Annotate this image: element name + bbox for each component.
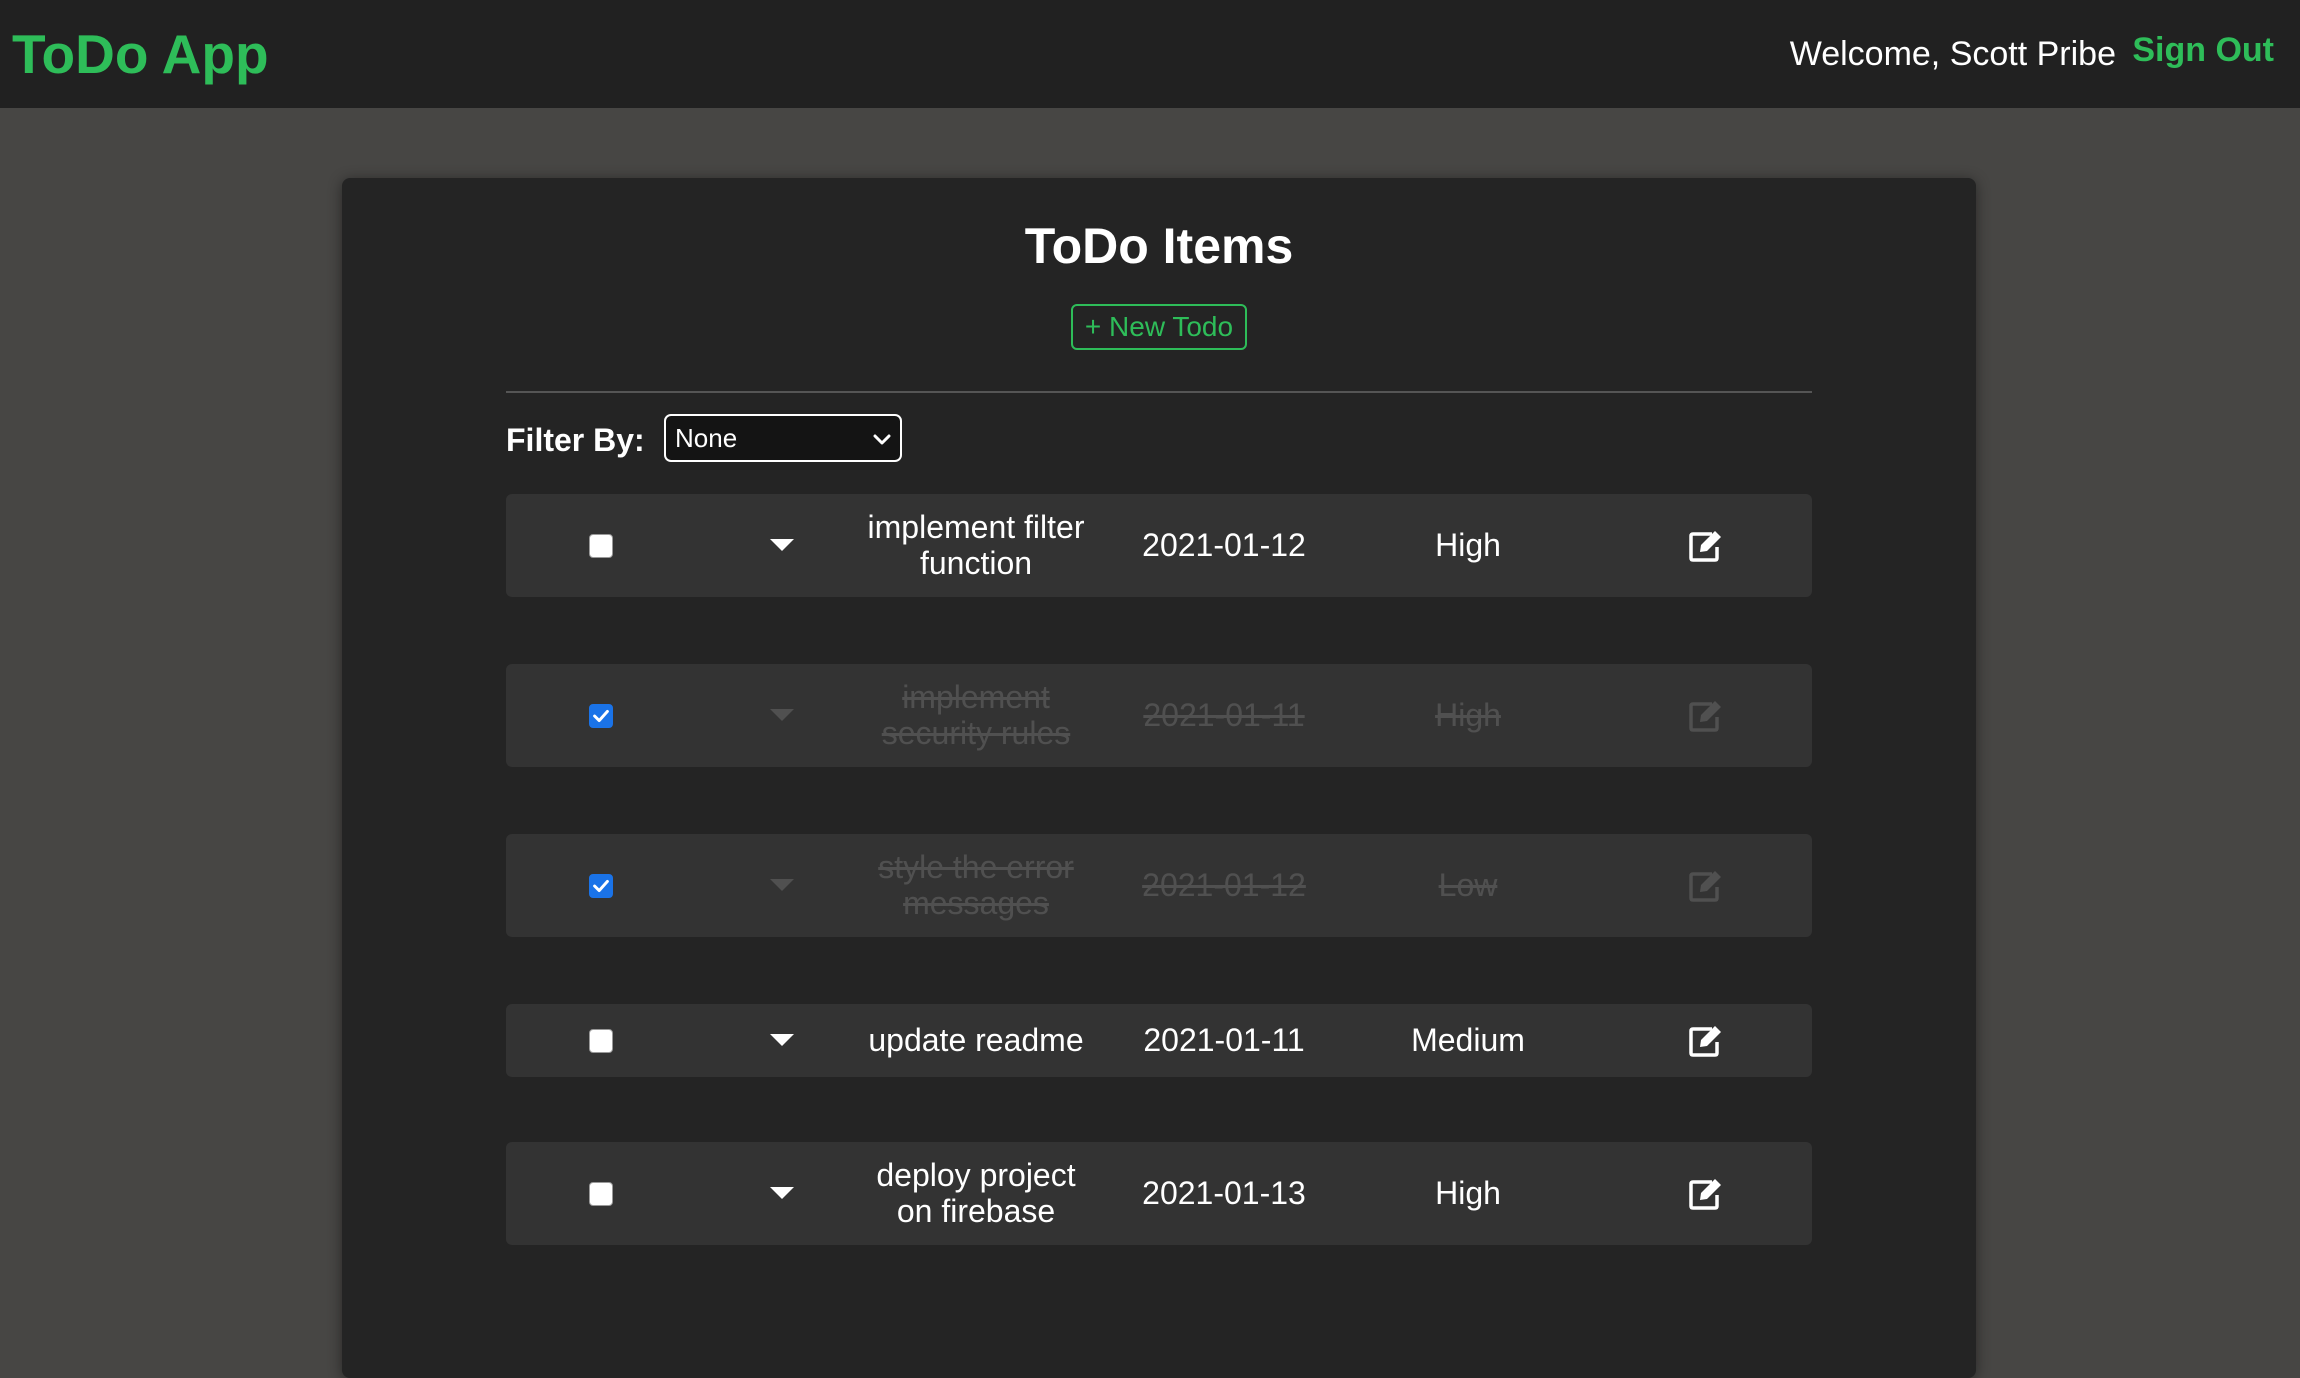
todo-name: implement filter function [867,509,1085,581]
caret-down-icon[interactable] [770,539,794,553]
todo-row: update readme 2021-01-11 Medium [506,1004,1812,1077]
caret-down-icon[interactable] [770,709,794,723]
divider [506,391,1812,393]
edit-icon[interactable] [1688,529,1724,563]
todo-checkbox[interactable] [589,1182,613,1206]
page-title: ToDo Items [1024,218,1294,274]
todo-checkbox[interactable] [589,534,613,558]
app-brand[interactable]: ToDo App [12,22,269,86]
todo-date: 2021-01-11 [1143,697,1305,733]
todo-card: ToDo Items + New Todo Filter By: None im… [342,178,1976,1378]
todo-checkbox[interactable] [589,704,613,728]
todo-name: deploy project on firebase [876,1157,1076,1229]
todo-name: style the error messages [878,849,1074,921]
caret-down-icon[interactable] [770,1034,794,1048]
filter-selected-value: None [675,423,738,453]
todo-date: 2021-01-12 [1142,867,1306,903]
todo-priority: Medium [1411,1022,1525,1058]
caret-down-icon[interactable] [770,1187,794,1201]
new-todo-button[interactable]: + New Todo [1071,304,1247,350]
todo-date: 2021-01-11 [1143,1022,1305,1058]
sign-out-link[interactable]: Sign Out [2132,28,2274,72]
chevron-down-icon [873,434,891,445]
todo-priority: High [1435,697,1501,733]
todo-priority: High [1435,1175,1501,1211]
edit-icon[interactable] [1688,699,1724,733]
check-icon [593,709,609,723]
todo-date: 2021-01-13 [1142,1175,1306,1211]
todo-row: deploy project on firebase 2021-01-13 Hi… [506,1142,1812,1245]
navbar: ToDo App Welcome, Scott Pribe Sign Out [0,0,2300,108]
todo-priority: Low [1438,867,1498,903]
todo-row: style the error messages 2021-01-12 Low [506,834,1812,937]
todo-name: update readme [868,1022,1084,1058]
filter-label: Filter By: [506,422,645,458]
todo-row: implement filter function 2021-01-12 Hig… [506,494,1812,597]
todo-row: implement security rules 2021-01-11 High [506,664,1812,767]
welcome-message: Welcome, Scott Pribe [1789,35,2116,73]
todo-priority: High [1435,527,1501,563]
filter-select[interactable]: None [664,414,902,462]
todo-name: implement security rules [881,679,1071,751]
caret-down-icon[interactable] [770,879,794,893]
edit-icon[interactable] [1688,1177,1724,1211]
todo-date: 2021-01-12 [1142,527,1306,563]
edit-icon[interactable] [1688,1024,1724,1058]
edit-icon[interactable] [1688,869,1724,903]
check-icon [593,879,609,893]
todo-checkbox[interactable] [589,874,613,898]
todo-checkbox[interactable] [589,1029,613,1053]
